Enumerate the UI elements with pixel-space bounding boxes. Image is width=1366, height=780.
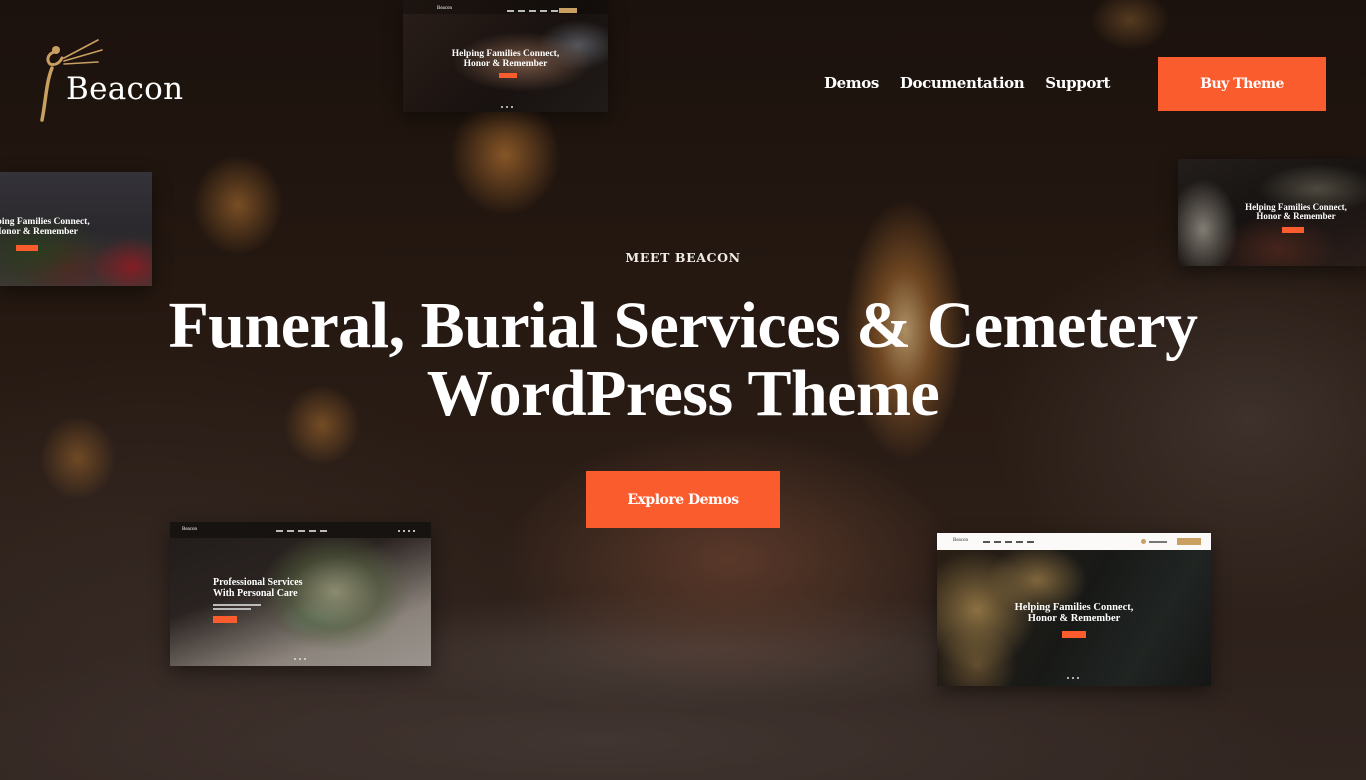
demo-preview-button (1062, 631, 1086, 638)
demo-preview-header: Beacon (170, 522, 431, 538)
demo-preview-cta (559, 8, 577, 13)
demo-preview-left[interactable]: Helping Families Connect, Honor & Rememb… (0, 172, 152, 286)
nav-documentation[interactable]: Documentation (900, 73, 1025, 93)
nav-support[interactable]: Support (1045, 73, 1110, 93)
main-nav: Demos Documentation Support (824, 73, 1110, 93)
explore-demos-button[interactable]: Explore Demos (586, 471, 780, 528)
demo-preview-headline: Helping Families Connect, Honor & Rememb… (451, 49, 560, 69)
demo-preview-headline: Helping Families Connect, Honor & Rememb… (1245, 202, 1347, 222)
demo-preview-bottom-right[interactable]: Beacon Helping Families Connect, Honor &… (937, 533, 1211, 686)
demo-preview-headline: Professional Services With Personal Care (213, 577, 303, 599)
hero-headline-line-2: WordPress Theme (426, 357, 940, 430)
demo-preview-top[interactable]: Beacon Helping Families Connect, Honor &… (403, 0, 608, 112)
demo-preview-logo: Beacon (437, 6, 452, 11)
demo-preview-header: Beacon (937, 533, 1211, 550)
demo-preview-bottom-left[interactable]: Beacon Professional Services With Person… (170, 522, 431, 666)
slider-dots (294, 658, 306, 660)
demo-preview-headline: Helping Families Connect, Honor & Rememb… (1014, 602, 1134, 625)
slider-dots (501, 106, 513, 108)
buy-theme-button[interactable]: Buy Theme (1158, 57, 1326, 111)
hero-headline-line-1: Funeral, Burial Services & Cemetery (168, 289, 1198, 362)
demo-preview-logo: Beacon (182, 527, 197, 532)
hero-eyebrow: MEET BEACON (625, 250, 741, 265)
demo-preview-nav (507, 10, 558, 12)
phone-icon (1141, 539, 1146, 544)
beacon-logo[interactable]: Beacon (40, 38, 200, 122)
demo-preview-button (213, 616, 237, 623)
demo-preview-headline: Helping Families Connect, Honor & Rememb… (0, 217, 90, 237)
hero-headline: Funeral, Burial Services & Cemetery Word… (0, 292, 1366, 428)
demo-preview-social (398, 530, 415, 532)
demo-preview-nav (276, 530, 327, 532)
demo-preview-cta (1177, 538, 1201, 545)
demo-preview-logo: Beacon (953, 538, 968, 543)
brand-name: Beacon (66, 71, 184, 107)
demo-preview-button (1282, 227, 1304, 233)
demo-preview-header: Beacon (403, 0, 608, 14)
nav-demos[interactable]: Demos (824, 73, 879, 93)
demo-preview-nav (983, 541, 1034, 543)
slider-dots (1067, 677, 1079, 679)
demo-preview-button (499, 73, 517, 78)
